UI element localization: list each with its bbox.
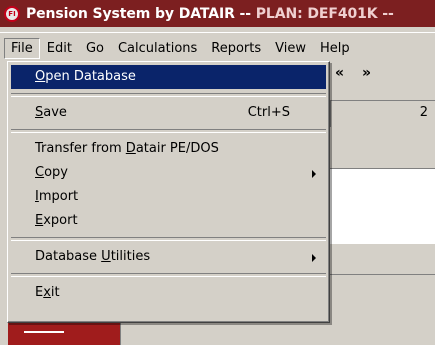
status-block-mark — [24, 331, 64, 333]
submenu-arrow-icon — [312, 254, 316, 262]
label-post: pen Database — [45, 69, 136, 84]
menu-item-copy[interactable]: Copy — [11, 161, 326, 185]
label-accelerator: D — [125, 141, 136, 156]
status-block — [8, 322, 120, 345]
menu-edit[interactable]: Edit — [40, 38, 79, 59]
menu-item-open-database[interactable]: Open Database — [11, 65, 326, 89]
label-post: xport — [43, 213, 78, 228]
title-bar: FI Pension System by DATAIR -- PLAN: DEF… — [0, 0, 435, 27]
menu-bar: File Edit Go Calculations Reports View H… — [0, 37, 435, 60]
window-title: Pension System by DATAIR -- PLAN: DEF401… — [26, 6, 394, 22]
menu-separator — [11, 93, 326, 97]
title-divider — [0, 32, 435, 33]
menu-item-export[interactable]: Export — [11, 209, 326, 233]
menu-item-database-utilities[interactable]: Database Utilities — [11, 245, 326, 269]
file-menu-dropdown: Open Database Save Ctrl+S Transfer from D… — [7, 61, 330, 323]
menu-item-exit[interactable]: Exit — [11, 281, 326, 305]
label-accelerator: x — [43, 285, 51, 300]
submenu-arrow-icon — [312, 170, 316, 178]
menu-separator — [11, 129, 326, 133]
menu-item-import[interactable]: Import — [11, 185, 326, 209]
menu-file[interactable]: File — [4, 38, 40, 59]
menu-separator — [11, 273, 326, 277]
tab-strip: 2 — [330, 100, 435, 127]
menu-separator — [11, 237, 326, 241]
content-panel — [330, 168, 435, 244]
label-accelerator: O — [35, 69, 46, 84]
label-pre: Transfer from — [35, 141, 126, 156]
label-post: it — [50, 285, 60, 300]
label-post: opy — [44, 165, 68, 180]
menu-item-save[interactable]: Save Ctrl+S — [11, 101, 326, 125]
menu-reports[interactable]: Reports — [204, 38, 268, 59]
previous-record-button[interactable]: « — [335, 65, 344, 81]
menu-view[interactable]: View — [268, 38, 313, 59]
menu-help[interactable]: Help — [313, 38, 357, 59]
label-post: atair PE/DOS — [135, 141, 219, 156]
label-post: ave — [43, 105, 67, 120]
label-pre: E — [35, 285, 44, 300]
label-accelerator: U — [101, 249, 111, 264]
title-plan-name: PLAN: DEF401K -- — [255, 5, 394, 22]
menu-calculations[interactable]: Calculations — [111, 38, 204, 59]
label-post: tilities — [110, 249, 151, 264]
save-shortcut: Ctrl+S — [247, 105, 290, 120]
label-accelerator: C — [35, 165, 45, 180]
label-pre: Database — [35, 249, 102, 264]
tab-2[interactable]: 2 — [420, 105, 428, 120]
label-accelerator: E — [35, 213, 44, 228]
label-post: mport — [38, 189, 79, 204]
title-app-name: Pension System by DATAIR -- — [26, 5, 256, 22]
menu-go[interactable]: Go — [79, 38, 111, 59]
app-logo-icon: FI — [4, 5, 20, 22]
record-navigation: «» — [335, 65, 389, 81]
content-footer-band — [330, 244, 435, 275]
next-record-button[interactable]: » — [362, 65, 371, 81]
status-panel — [120, 322, 151, 345]
menu-item-transfer[interactable]: Transfer from Datair PE/DOS — [11, 137, 326, 161]
